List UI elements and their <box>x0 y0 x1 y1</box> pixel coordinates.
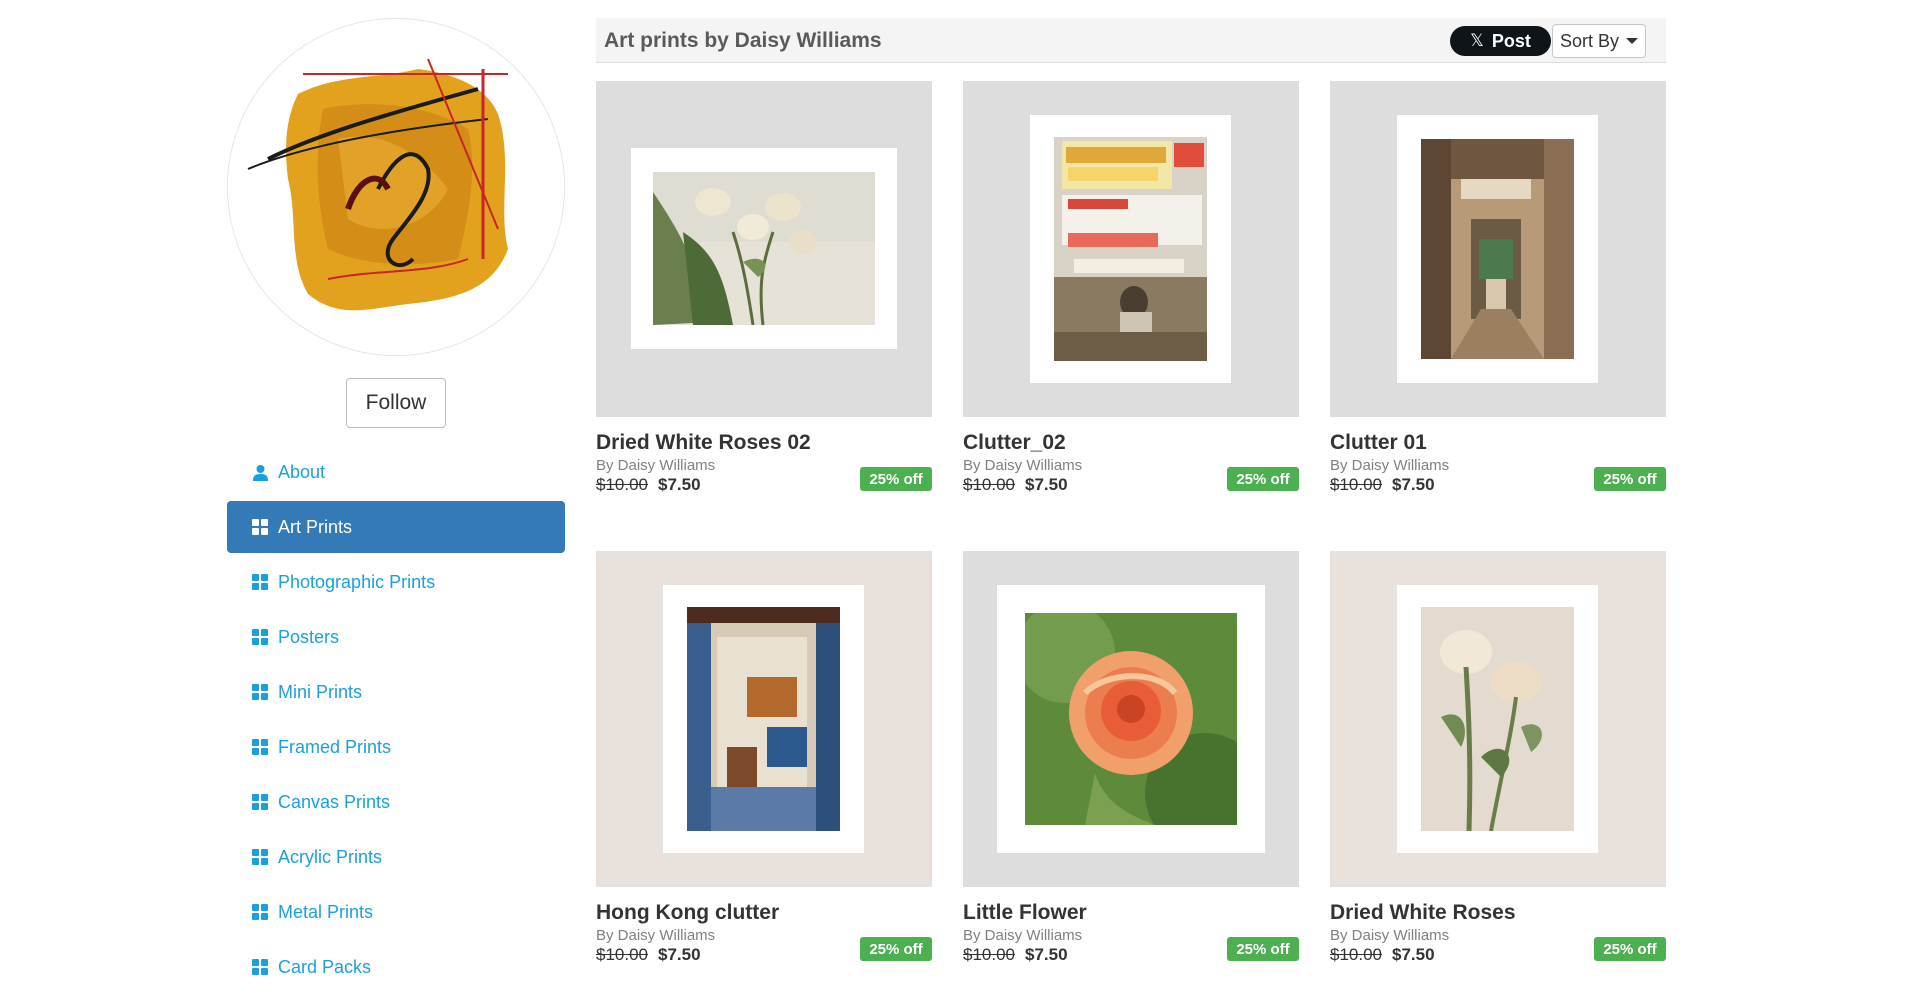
sale-price: $7.50 <box>1392 475 1435 494</box>
sidebar-item-card-packs[interactable]: Card Packs <box>227 941 565 993</box>
original-price: $10.00 <box>963 475 1015 494</box>
original-price: $10.00 <box>1330 945 1382 964</box>
sidebar-item-label: Art Prints <box>278 516 353 537</box>
discount-badge: 25% off <box>1227 467 1299 491</box>
sidebar-item-framed-prints[interactable]: Framed Prints <box>227 721 565 773</box>
price-row: $10.00 $7.50 25% off <box>1330 937 1666 971</box>
grid-icon <box>252 573 269 591</box>
sidebar: Follow About Art Prints Photographic Pri… <box>227 18 565 996</box>
caret-down-icon <box>1626 38 1639 44</box>
avatar[interactable] <box>227 18 565 356</box>
product-title[interactable]: Clutter 01 <box>1330 431 1666 455</box>
sort-by-dropdown[interactable]: Sort By <box>1552 24 1646 58</box>
price-row: $10.00 $7.50 25% off <box>596 467 932 501</box>
product-card: Little Flower By Daisy Williams $10.00 $… <box>963 551 1299 971</box>
page-title: Art prints by Daisy Williams <box>604 29 882 52</box>
product-title[interactable]: Little Flower <box>963 901 1299 925</box>
sale-price: $7.50 <box>658 945 701 964</box>
grid-icon <box>252 518 269 536</box>
sale-price: $7.50 <box>658 475 701 494</box>
discount-badge: 25% off <box>1227 937 1299 961</box>
grid-icon <box>252 628 269 646</box>
sidebar-item-mini-prints[interactable]: Mini Prints <box>227 666 565 718</box>
follow-button[interactable]: Follow <box>346 378 446 428</box>
artwork-image <box>1421 607 1574 831</box>
artwork-image <box>653 172 875 325</box>
grid-icon <box>252 793 269 811</box>
product-thumbnail[interactable] <box>1330 551 1666 887</box>
original-price: $10.00 <box>596 475 648 494</box>
artwork-image <box>1025 613 1237 825</box>
user-icon <box>252 464 269 481</box>
product-title[interactable]: Dried White Roses 02 <box>596 431 932 455</box>
artwork-image <box>1421 139 1574 359</box>
sidebar-item-label: Card Packs <box>278 956 372 977</box>
sidebar-item-label: About <box>278 461 326 482</box>
sale-price: $7.50 <box>1025 475 1068 494</box>
sidebar-item-label: Posters <box>278 626 340 647</box>
product-title[interactable]: Hong Kong clutter <box>596 901 932 925</box>
sidebar-nav: About Art Prints Photographic Prints Pos… <box>227 446 565 993</box>
original-price: $10.00 <box>963 945 1015 964</box>
product-title[interactable]: Dried White Roses <box>1330 901 1666 925</box>
grid-icon <box>252 683 269 701</box>
sidebar-item-label: Acrylic Prints <box>278 846 383 867</box>
sidebar-item-posters[interactable]: Posters <box>227 611 565 663</box>
discount-badge: 25% off <box>1594 467 1666 491</box>
sort-by-label: Sort By <box>1559 30 1620 51</box>
product-card: Dried White Roses 02 By Daisy Williams $… <box>596 81 932 501</box>
sidebar-item-label: Photographic Prints <box>278 571 436 592</box>
product-thumbnail[interactable] <box>596 81 932 417</box>
product-card: Clutter 01 By Daisy Williams $10.00 $7.5… <box>1330 81 1666 501</box>
price-row: $10.00 $7.50 25% off <box>963 937 1299 971</box>
discount-badge: 25% off <box>860 937 932 961</box>
sidebar-item-label: Framed Prints <box>278 736 392 757</box>
product-thumbnail[interactable] <box>1330 81 1666 417</box>
x-post-label: Post <box>1491 30 1531 51</box>
sidebar-item-art-prints[interactable]: Art Prints <box>227 501 565 553</box>
gallery-header: Art prints by Daisy Williams 𝕏 Post Sort… <box>596 18 1666 63</box>
sidebar-item-metal-prints[interactable]: Metal Prints <box>227 886 565 938</box>
price-row: $10.00 $7.50 25% off <box>1330 467 1666 501</box>
sidebar-item-label: Metal Prints <box>278 901 374 922</box>
product-card: Hong Kong clutter By Daisy Williams $10.… <box>596 551 932 971</box>
main-content: Art prints by Daisy Williams 𝕏 Post Sort… <box>596 18 1666 964</box>
product-thumbnail[interactable] <box>963 81 1299 417</box>
grid-icon <box>252 848 269 866</box>
product-thumbnail[interactable] <box>963 551 1299 887</box>
product-title[interactable]: Clutter_02 <box>963 431 1299 455</box>
sidebar-item-label: Canvas Prints <box>278 791 391 812</box>
artwork-image <box>1054 137 1207 361</box>
sale-price: $7.50 <box>1025 945 1068 964</box>
sidebar-item-photographic-prints[interactable]: Photographic Prints <box>227 556 565 608</box>
sidebar-item-canvas-prints[interactable]: Canvas Prints <box>227 776 565 828</box>
original-price: $10.00 <box>596 945 648 964</box>
price-row: $10.00 $7.50 25% off <box>963 467 1299 501</box>
artwork-image <box>687 607 840 831</box>
product-thumbnail[interactable] <box>596 551 932 887</box>
grid-icon <box>252 958 269 976</box>
original-price: $10.00 <box>1330 475 1382 494</box>
avatar-artwork <box>228 19 564 355</box>
product-card: Clutter_02 By Daisy Williams $10.00 $7.5… <box>963 81 1299 501</box>
sidebar-item-acrylic-prints[interactable]: Acrylic Prints <box>227 831 565 883</box>
discount-badge: 25% off <box>1594 937 1666 961</box>
grid-icon <box>252 738 269 756</box>
sidebar-item-label: Mini Prints <box>278 681 363 702</box>
x-logo-icon: 𝕏 <box>1470 31 1484 50</box>
discount-badge: 25% off <box>860 467 932 491</box>
grid-icon <box>252 903 269 921</box>
sidebar-item-about[interactable]: About <box>227 446 565 498</box>
x-post-button[interactable]: 𝕏 Post <box>1450 26 1551 56</box>
price-row: $10.00 $7.50 25% off <box>596 937 932 971</box>
product-card: Dried White Roses By Daisy Williams $10.… <box>1330 551 1666 971</box>
sale-price: $7.50 <box>1392 945 1435 964</box>
